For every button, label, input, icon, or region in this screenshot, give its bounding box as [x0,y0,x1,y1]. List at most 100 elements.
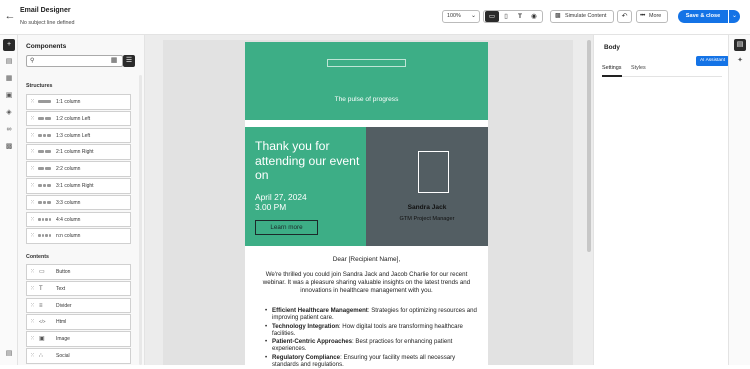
drag-handle-icon[interactable]: ⁙ [30,129,35,143]
column-layout-icon [38,133,52,138]
drag-handle-icon[interactable]: ⁙ [30,196,35,210]
event-band[interactable]: Thank you for attending our event on Apr… [245,127,488,246]
drag-handle-icon[interactable]: ⁙ [30,265,35,279]
speaker-role: GTM Project Manager [399,216,455,222]
learn-more-button[interactable]: Learn more [255,220,318,235]
grid-view-icon[interactable]: ▦ [108,55,120,67]
drag-handle-icon[interactable]: ⁙ [30,282,35,296]
structure-label: n:n column [56,233,81,240]
greeting-text: Dear [Recipient Name], [332,256,401,263]
structure-label: 3:1 column Right [56,183,94,189]
list-view-icon[interactable]: ☰ [123,55,135,67]
ai-assistant-button[interactable]: AI Assistant [696,56,729,66]
structure-item[interactable]: ⁙ n:n column [26,228,131,244]
left-rail: + ▤ ▦ ▣ ◈ ∞ ▩ [0,35,18,365]
content-item[interactable]: ⁙ ▭ Button [26,264,131,280]
more-label: More [649,13,662,19]
image-icon: ▣ [39,336,45,343]
drag-handle-icon[interactable]: ⁙ [30,162,35,176]
text-icon: T [39,285,43,292]
tagline: The pulse of progress [334,96,399,103]
link-icon[interactable]: ∞ [3,124,15,136]
save-options-chevron-icon[interactable]: ⌄ [729,10,740,23]
content-item[interactable]: ⁙ </> Html [26,314,131,330]
undo-icon[interactable]: ↶ [617,10,632,23]
ellipsis-icon: ••• [640,13,645,19]
button-icon: ▭ [39,269,45,275]
column-layout-icon [38,200,52,205]
content-label: Social [56,353,70,359]
drag-handle-icon[interactable]: ⁙ [30,315,35,329]
fragments-icon[interactable]: ▤ [3,56,15,68]
structure-item[interactable]: ⁙ 3:1 column Right [26,178,131,194]
ai-sparkle-icon[interactable]: ✦ [734,55,746,67]
event-time: 3.00 PM [255,202,287,212]
logo-image-placeholder[interactable] [327,59,406,67]
structure-label: 2:1 column Right [56,149,94,156]
back-arrow-icon[interactable]: ← [4,10,16,22]
structure-label: 1:2 column Left [56,115,91,122]
personalization-icon[interactable]: ▩ [3,141,15,153]
simulate-content-button[interactable]: ▩ Simulate Content [550,10,614,23]
drag-handle-icon[interactable]: ⁙ [30,145,35,159]
mobile-icon[interactable]: ▯ [499,11,513,22]
list-item: Efficient Healthcare Management: Strateg… [265,307,480,322]
header-block[interactable]: The pulse of progress [245,42,488,120]
panel-scrollbar-track[interactable] [139,75,142,365]
components-panel: Components ⚲ ▦ ☰ Structures ⁙ 1:1 column ⁙… [18,35,145,365]
structure-item[interactable]: ⁙ 2:1 column Right [26,144,131,160]
structures-title: Structures [26,83,53,89]
speaker-photo-placeholder[interactable] [418,151,449,193]
structure-item[interactable]: ⁙ 1:1 column [26,94,131,110]
content-item[interactable]: ⁙ ∴ Social [26,348,131,364]
assets-icon[interactable]: ▦ [3,73,15,85]
drag-handle-icon[interactable]: ⁙ [30,95,35,109]
properties-icon[interactable]: ▤ [734,39,746,51]
zoom-value: 100% [447,13,461,19]
content-item[interactable]: ⁙ ≡ Divider [26,297,131,314]
structure-item[interactable]: ⁙ 4:4 column [26,211,131,228]
structure-item[interactable]: ⁙ 1:2 column Left [26,110,131,127]
drag-handle-icon[interactable]: ⁙ [30,229,35,243]
tab-styles[interactable]: Styles [631,65,646,71]
preview-icon[interactable]: ◉ [527,11,541,22]
text-icon[interactable]: T [513,11,527,22]
add-components-icon[interactable]: + [3,39,15,51]
tab-settings[interactable]: Settings [602,65,621,71]
simulate-icon: ▩ [555,13,561,19]
structure-item[interactable]: ⁙ 3:3 column [26,194,131,211]
right-rail: ▤ ✦ [728,35,750,365]
structure-item[interactable]: ⁙ 1:3 column Left [26,127,131,144]
speaker-column[interactable]: Sandra Jack GTM Project Manager [366,127,488,246]
drag-handle-icon[interactable]: ⁙ [30,179,35,193]
content-item[interactable]: ⁙ T Text [26,280,131,297]
properties-panel: Body Settings Styles [593,35,728,365]
drag-handle-icon[interactable]: ⁙ [30,213,35,227]
column-layout-icon [38,217,51,222]
more-button[interactable]: ••• More [636,10,668,23]
save-close-button[interactable]: Save & close [678,10,728,23]
code-icon: </> [39,319,46,325]
list-item: Technology Integration: How digital tool… [265,323,480,338]
desktop-icon[interactable]: ▭ [485,11,499,22]
settings-panel-icon[interactable]: ▤ [3,349,15,359]
zoom-select[interactable]: 100% ⌄ [442,10,480,23]
list-item: Regulatory Compliance: Ensuring your fac… [265,354,480,369]
list-item: Patient-Centric Approaches: Best practic… [265,338,480,353]
layers-icon[interactable]: ◈ [3,107,15,119]
drag-handle-icon[interactable]: ⁙ [30,332,35,346]
drag-handle-icon[interactable]: ⁙ [30,112,35,126]
canvas-scrollbar[interactable] [587,40,591,252]
subject-line-status[interactable]: No subject line defined [20,20,75,26]
event-info-column[interactable]: Thank you for attending our event on Apr… [245,127,366,246]
drag-handle-icon[interactable]: ⁙ [30,299,35,313]
structure-label: 4:4 column [56,216,81,223]
active-tab-indicator [602,75,622,77]
structure-item[interactable]: ⁙ 2:2 column [26,161,131,177]
share-icon: ∴ [39,353,43,359]
layers-nav-icon[interactable]: ▣ [3,90,15,102]
drag-handle-icon[interactable]: ⁙ [30,349,35,363]
column-layout-icon [38,234,51,238]
content-item[interactable]: ⁙ ▣ Image [26,331,131,347]
chevron-down-icon: ⌄ [470,13,476,19]
